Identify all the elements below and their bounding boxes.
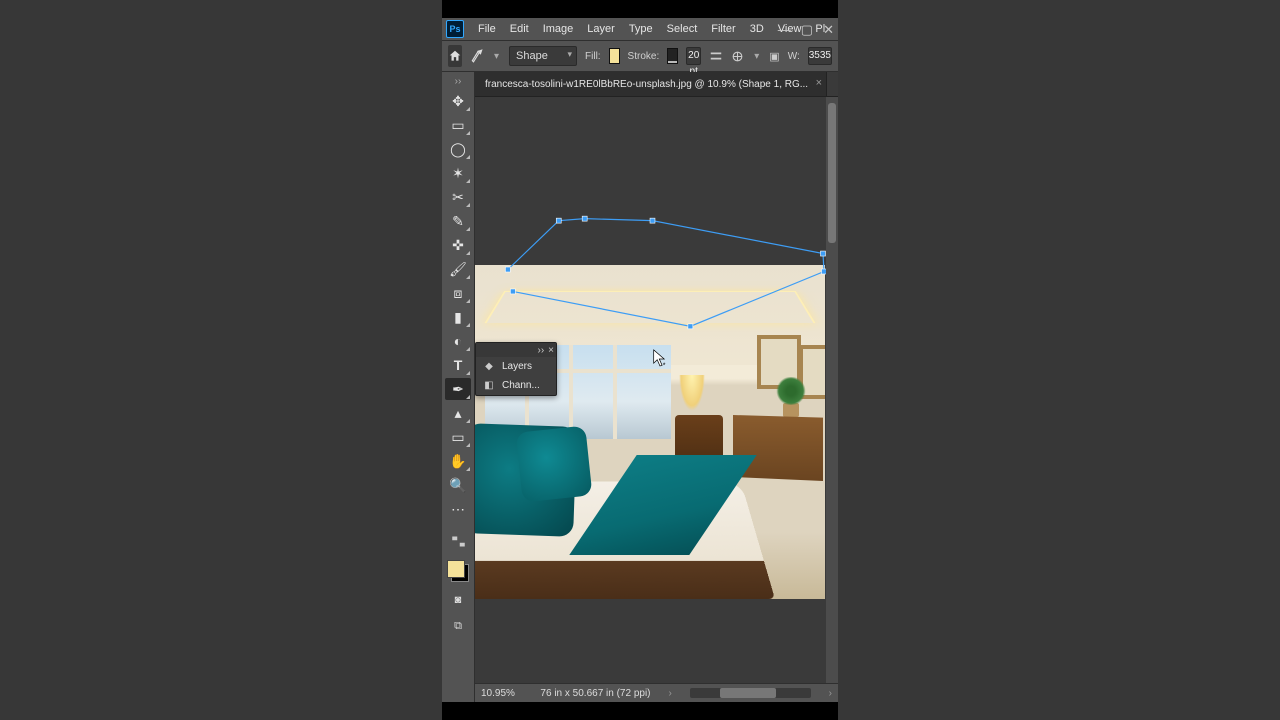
- toolbox: ›› ✥ ▭ ◯ ✶ ✂ ✎ ✜ 🖌 ⧈ ▮ ◐ T ✒ ▴ ▭ ✋: [442, 72, 475, 702]
- tool-preset-chevron-icon[interactable]: ▾: [492, 51, 501, 62]
- path-operations-icon[interactable]: [731, 47, 744, 65]
- options-bar: ▾ Shape Fill: Stroke: 20 pt ▾ ▣ W:: [442, 41, 838, 72]
- status-doc-info[interactable]: 76 in x 50.667 in (72 ppi): [540, 688, 650, 699]
- video-pillarbox-right: [838, 0, 1280, 720]
- status-scroll-right-icon[interactable]: ›: [829, 688, 832, 699]
- toolbox-collapse-icon[interactable]: ››: [455, 76, 462, 88]
- path-align-icon[interactable]: ▣: [769, 47, 779, 65]
- crop-tool[interactable]: ✂: [445, 186, 471, 208]
- panel-dock[interactable]: ›› × ◆ Layers ◧ Chann...: [475, 342, 557, 396]
- rectangle-tool[interactable]: ▭: [445, 426, 471, 448]
- scrollbar-thumb[interactable]: [828, 103, 836, 243]
- status-bar: 10.95% 76 in x 50.667 in (72 ppi) › ›: [475, 683, 838, 702]
- screen-mode-button[interactable]: ⧉: [447, 616, 469, 636]
- stroke-width-field[interactable]: 20 pt: [686, 47, 701, 65]
- current-tool-icon: [470, 45, 484, 67]
- eyedropper-tool[interactable]: ✎: [445, 210, 471, 232]
- magic-wand-tool[interactable]: ✶: [445, 162, 471, 184]
- foreground-background-colors[interactable]: [445, 558, 471, 584]
- path-select-tool[interactable]: ▴: [445, 402, 471, 424]
- tab-close-icon[interactable]: ×: [816, 77, 822, 89]
- panel-item-channels[interactable]: ◧ Chann...: [476, 376, 556, 395]
- zoom-tool[interactable]: 🔍: [445, 474, 471, 496]
- menu-file[interactable]: File: [472, 18, 502, 40]
- width-label: W:: [788, 51, 800, 62]
- menu-layer[interactable]: Layer: [581, 18, 621, 40]
- menubar: Ps File Edit Image Layer Type Select Fil…: [442, 18, 838, 41]
- photoshop-app: Ps File Edit Image Layer Type Select Fil…: [442, 18, 838, 702]
- hand-tool[interactable]: ✋: [445, 450, 471, 472]
- canvas-horizontal-scrollbar[interactable]: [690, 688, 811, 698]
- video-letterbox-bottom: [442, 702, 838, 720]
- gradient-tool[interactable]: ▮: [445, 306, 471, 328]
- stroke-label: Stroke:: [628, 51, 660, 62]
- document-area: francesca-tosolini-w1RE0lBbREo-unsplash.…: [475, 72, 838, 702]
- smudge-tool[interactable]: ◐: [445, 330, 471, 352]
- stroke-swatch[interactable]: [667, 48, 678, 64]
- menu-edit[interactable]: Edit: [504, 18, 535, 40]
- home-button[interactable]: [448, 45, 462, 67]
- menu-3d[interactable]: 3D: [744, 18, 770, 40]
- status-info-chevron-icon[interactable]: ›: [669, 688, 672, 699]
- panel-close-icon[interactable]: ×: [548, 345, 554, 356]
- app-logo-icon: Ps: [446, 20, 464, 38]
- panel-channels-label: Chann...: [502, 380, 540, 391]
- layers-icon: ◆: [482, 361, 496, 372]
- window-minimize-button[interactable]: —: [778, 23, 791, 36]
- menu-type[interactable]: Type: [623, 18, 659, 40]
- fill-label: Fill:: [585, 51, 601, 62]
- foreground-color-swatch[interactable]: [447, 560, 465, 578]
- window-maximize-button[interactable]: ▢: [801, 23, 813, 36]
- brush-tool[interactable]: 🖌: [445, 258, 471, 280]
- video-letterbox-top: [442, 0, 838, 18]
- canvas[interactable]: ›› × ◆ Layers ◧ Chann...: [475, 97, 838, 683]
- video-pillarbox-left: [0, 0, 442, 720]
- document-tab[interactable]: francesca-tosolini-w1RE0lBbREo-unsplash.…: [475, 72, 827, 96]
- panel-item-layers[interactable]: ◆ Layers: [476, 357, 556, 376]
- status-zoom[interactable]: 10.95%: [481, 688, 522, 699]
- menu-image[interactable]: Image: [537, 18, 580, 40]
- spot-heal-tool[interactable]: ✜: [445, 234, 471, 256]
- pen-mode-dropdown[interactable]: Shape: [509, 46, 577, 66]
- panel-collapse-icon[interactable]: ››: [537, 345, 544, 356]
- menu-filter[interactable]: Filter: [705, 18, 741, 40]
- quick-mask-button[interactable]: ◙: [447, 590, 469, 610]
- document-image: [475, 265, 825, 599]
- marquee-tool[interactable]: ▭: [445, 114, 471, 136]
- channels-icon: ◧: [482, 380, 496, 391]
- window-controls: — ▢ ✕: [778, 18, 834, 40]
- clone-stamp-tool[interactable]: ⧈: [445, 282, 471, 304]
- lasso-tool[interactable]: ◯: [445, 138, 471, 160]
- document-tab-bar: francesca-tosolini-w1RE0lBbREo-unsplash.…: [475, 72, 838, 97]
- pen-tool[interactable]: ✒: [445, 378, 471, 400]
- panel-layers-label: Layers: [502, 361, 532, 372]
- stroke-options-icon[interactable]: [709, 47, 723, 65]
- work-area: ›› ✥ ▭ ◯ ✶ ✂ ✎ ✜ 🖌 ⧈ ▮ ◐ T ✒ ▴ ▭ ✋: [442, 72, 838, 702]
- horizontal-scrollbar-thumb[interactable]: [720, 688, 776, 698]
- fill-swatch[interactable]: [609, 48, 620, 64]
- more-tools[interactable]: ⋯: [445, 498, 471, 520]
- type-tool[interactable]: T: [445, 354, 471, 376]
- window-close-button[interactable]: ✕: [823, 23, 834, 36]
- width-field[interactable]: 3535: [808, 47, 832, 65]
- canvas-vertical-scrollbar[interactable]: [826, 97, 838, 683]
- document-tab-title: francesca-tosolini-w1RE0lBbREo-unsplash.…: [485, 79, 808, 90]
- toolbar-extra-icon[interactable]: [445, 530, 471, 552]
- menu-select[interactable]: Select: [661, 18, 704, 40]
- path-align-chevron-icon[interactable]: ▾: [752, 51, 761, 62]
- move-tool[interactable]: ✥: [445, 90, 471, 112]
